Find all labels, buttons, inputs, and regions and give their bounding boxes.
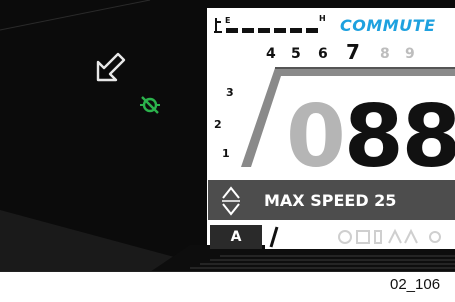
- mode-a-button[interactable]: A: [210, 225, 262, 249]
- status-icons: [265, 225, 455, 249]
- max-speed-message: MAX SPEED 25: [264, 191, 397, 210]
- gear-8: 8: [380, 46, 390, 62]
- ride-mode-label: COMMUTE: [340, 16, 436, 35]
- return-arrow-icon: [96, 52, 126, 82]
- gear-9: 9: [405, 46, 415, 62]
- speed-digits: 88: [343, 87, 455, 187]
- dashboard-screen: E H COMMUTE 4 5 6 7 8 9 1 2 3 088 MAX SP…: [0, 0, 455, 272]
- speed-readout: 088: [286, 94, 455, 180]
- frame-bottom-border: [0, 271, 455, 272]
- gear-4: 4: [266, 46, 276, 62]
- rpm-scale-3: 3: [226, 86, 234, 99]
- gear-5: 5: [291, 46, 301, 62]
- engine-check-icon: [140, 96, 160, 114]
- gear-7: 7: [346, 40, 360, 64]
- fuel-full-label: H: [319, 14, 326, 23]
- up-down-arrows-icon: [222, 186, 240, 216]
- fuel-empty-label: E: [225, 16, 231, 25]
- rpm-scale-1: 1: [222, 147, 230, 160]
- gear-6: 6: [318, 46, 328, 62]
- rpm-scale-2: 2: [214, 118, 222, 131]
- figure-caption: 02_106: [390, 276, 441, 293]
- speed-leading-digit: 0: [286, 87, 346, 187]
